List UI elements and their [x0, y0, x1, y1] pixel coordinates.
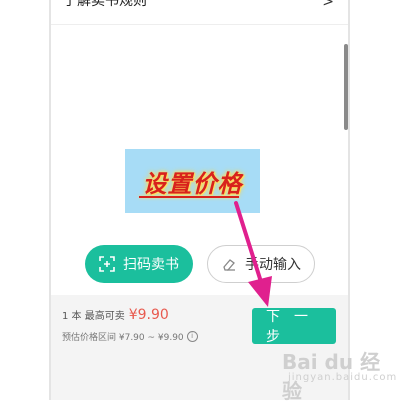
scrollbar[interactable]	[344, 44, 348, 130]
rules-link-row[interactable]: 了解卖书规则 >	[51, 0, 348, 25]
scan-sell-label: 扫码卖书	[123, 257, 179, 273]
scan-icon	[99, 256, 115, 272]
manual-input-label: 手动输入	[245, 257, 301, 273]
phone-screen: 了解卖书规则 > 设置价格 扫码卖书 手动输入 1 本 最高可卖 ¥9.90 预…	[51, 0, 348, 400]
phone-frame-right	[348, 0, 350, 400]
scan-sell-button[interactable]: 扫码卖书	[85, 245, 193, 283]
price-range-line: 预估价格区间 ¥7.90 ~ ¥9.90 i	[62, 330, 198, 343]
manual-input-button[interactable]: 手动输入	[207, 245, 315, 283]
max-price-value: ¥9.90	[128, 307, 169, 323]
annotation-caption-box: 设置价格	[125, 149, 260, 213]
info-icon[interactable]: i	[186, 331, 198, 342]
eraser-icon	[223, 259, 235, 271]
count-label: 1 本 最高可卖	[62, 311, 125, 322]
caption-underline	[139, 196, 239, 198]
price-line: 1 本 最高可卖 ¥9.90	[62, 307, 169, 323]
baidu-watermark: Bai du 经验 jingyan.baidu.com	[282, 346, 396, 403]
watermark-url: jingyan.baidu.com	[288, 372, 398, 383]
price-range-label: 预估价格区间 ¥7.90 ~ ¥9.90	[62, 333, 184, 343]
annotation-caption: 设置价格	[142, 168, 243, 198]
chevron-right-icon: >	[322, 0, 334, 10]
rules-link-text: 了解卖书规则	[63, 0, 147, 9]
next-step-button[interactable]: 下一步	[252, 308, 336, 345]
